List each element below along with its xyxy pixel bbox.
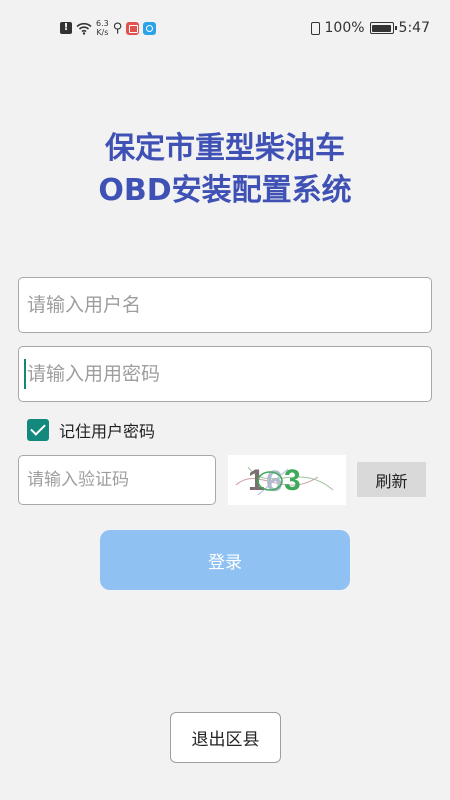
login-button[interactable]: 登录 <box>100 530 350 590</box>
page-title: 保定市重型柴油车 OBD安装配置系统 <box>0 128 450 212</box>
status-bar: ! 6.3 K/s ⚲ 100% 5:47 <box>0 0 450 56</box>
exit-district-button[interactable]: 退出区县 <box>170 712 281 763</box>
search-app-icon <box>143 21 157 35</box>
password-input[interactable] <box>18 346 432 402</box>
captcha-input[interactable] <box>18 455 216 505</box>
app-notification-icon <box>126 21 140 35</box>
username-input[interactable] <box>18 277 432 333</box>
network-speed: 6.3 K/s <box>96 19 109 37</box>
captcha-image[interactable]: 1 6 3 <box>228 455 346 505</box>
title-line-1: 保定市重型柴油车 <box>105 131 345 166</box>
captcha-char-1: 1 <box>248 464 265 497</box>
remember-checkbox[interactable] <box>27 419 49 441</box>
vibrate-icon <box>310 21 320 35</box>
status-right: 100% 5:47 <box>310 16 430 40</box>
alert-icon: ! <box>60 22 72 34</box>
wifi-icon <box>76 22 92 35</box>
remember-password[interactable]: 记住用户密码 <box>27 418 155 442</box>
battery-percent: 100% <box>324 20 365 36</box>
battery-icon <box>369 22 397 34</box>
refresh-captcha-button[interactable]: 刷新 <box>357 462 426 497</box>
remember-label: 记住用户密码 <box>59 422 156 441</box>
usb-icon: ⚲ <box>112 20 123 36</box>
clock: 5:47 <box>398 20 430 36</box>
network-speed-value: 6.3 <box>96 19 109 28</box>
network-speed-unit: K/s <box>96 28 109 37</box>
captcha-char-3: 3 <box>284 464 301 497</box>
captcha-char-2: 6 <box>266 465 283 498</box>
title-line-2: OBD安装配置系统 <box>98 173 352 208</box>
text-cursor <box>24 359 26 389</box>
status-left: ! 6.3 K/s ⚲ <box>60 16 157 40</box>
